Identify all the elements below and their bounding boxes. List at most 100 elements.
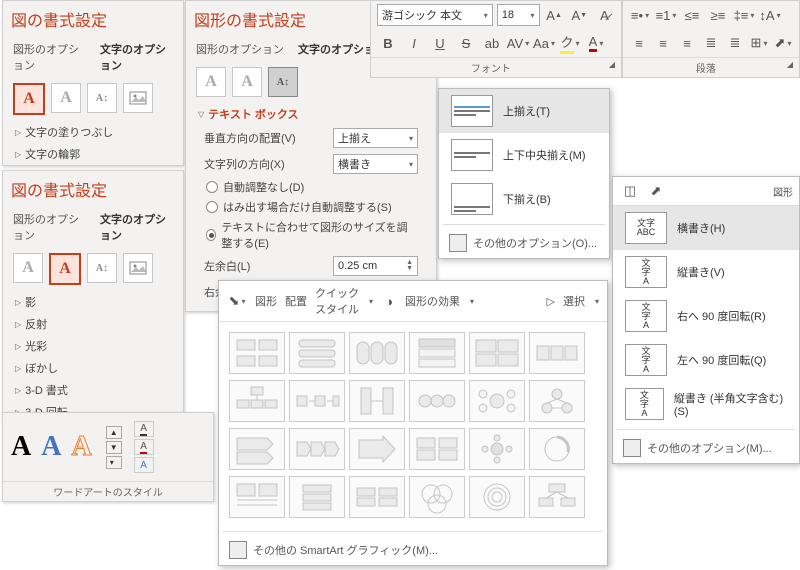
- collapse-text-outline[interactable]: ▷文字の輪郭: [3, 143, 183, 165]
- smartart-thumb[interactable]: [409, 428, 465, 470]
- smartart-thumb[interactable]: [349, 332, 405, 374]
- smartart-thumb[interactable]: [469, 428, 525, 470]
- font-family-combo[interactable]: 游ゴシック 本文▾: [377, 4, 493, 26]
- tab-shape-options[interactable]: 図形のオプション: [196, 37, 284, 61]
- collapse-text-fill[interactable]: ▷文字の塗りつぶし: [3, 121, 183, 143]
- insert-shape-icon[interactable]: ⬊▾: [227, 290, 247, 312]
- convert-smartart-icon[interactable]: ⬈▾: [773, 32, 793, 54]
- menu-item-bottom[interactable]: 下揃え(B): [439, 177, 609, 221]
- lmargin-input[interactable]: 0.25 cm▲▼: [333, 256, 418, 276]
- menu-item-top[interactable]: 上揃え(T): [439, 89, 609, 133]
- underline-icon[interactable]: U: [429, 32, 451, 54]
- align-left-icon[interactable]: ≡: [629, 32, 649, 54]
- menu-item-middle[interactable]: 上下中央揃え(M): [439, 133, 609, 177]
- misc-icon[interactable]: ◫: [619, 180, 641, 202]
- smartart-thumb[interactable]: [289, 476, 345, 518]
- misc-icon[interactable]: ⬈: [645, 180, 667, 202]
- menu-item-horizontal[interactable]: 文字 ABC 横書き(H): [613, 206, 799, 250]
- radio-resize-shape[interactable]: テキストに合わせて図形のサイズを調整する(E): [186, 217, 436, 253]
- smartart-thumb[interactable]: [229, 380, 285, 422]
- smartart-thumb[interactable]: [529, 380, 585, 422]
- tab-shape-options[interactable]: 図形のオプション: [13, 207, 86, 247]
- section-textbox[interactable]: ▽テキスト ボックス: [186, 103, 436, 125]
- dir-combo[interactable]: 横書き▾: [333, 154, 418, 174]
- clear-formatting-icon[interactable]: A̷: [594, 4, 615, 26]
- justify-icon[interactable]: ≣: [701, 32, 721, 54]
- more-smartart[interactable]: その他の SmartArt グラフィック(M)...: [219, 535, 607, 565]
- more-icon[interactable]: ▾: [106, 456, 122, 469]
- smartart-thumb[interactable]: [349, 476, 405, 518]
- text-fill-outline-icon[interactable]: A: [13, 253, 43, 283]
- textbox-icon[interactable]: A↕: [268, 67, 298, 97]
- decrease-indent-icon[interactable]: ≤≡: [681, 4, 703, 26]
- italic-icon[interactable]: I: [403, 32, 425, 54]
- text-direction-icon[interactable]: ↕A▾: [759, 4, 781, 26]
- text-fill-icon[interactable]: A: [134, 421, 154, 437]
- picture-icon[interactable]: [123, 83, 153, 113]
- collapse-glow[interactable]: ▷光彩: [3, 335, 183, 357]
- textbox-icon[interactable]: A↕: [87, 253, 117, 283]
- text-outline-icon[interactable]: A: [134, 439, 154, 455]
- numbering-icon[interactable]: ≡1▾: [655, 4, 677, 26]
- smartart-thumb[interactable]: [469, 332, 525, 374]
- highlight-icon[interactable]: ク▾: [559, 32, 581, 54]
- tab-text-options[interactable]: 文字のオプション: [100, 207, 173, 247]
- menu-more-options[interactable]: その他のオプション(O)...: [439, 228, 609, 258]
- menu-item-rotate-right[interactable]: 文 字 A 右へ 90 度回転(R): [613, 294, 799, 338]
- smartart-thumb[interactable]: [229, 332, 285, 374]
- scroll-up-icon[interactable]: ▲: [106, 426, 122, 439]
- tab-shape-options[interactable]: 図形のオプション: [13, 37, 86, 77]
- smartart-thumb[interactable]: [289, 380, 345, 422]
- text-fill-outline-icon[interactable]: A: [196, 67, 226, 97]
- text-fill-outline-icon[interactable]: A: [13, 83, 45, 115]
- tab-shapes[interactable]: 図形: [255, 293, 277, 309]
- collapse-shadow[interactable]: ▷影: [3, 291, 183, 313]
- columns-icon[interactable]: ⊞▾: [749, 32, 769, 54]
- collapse-reflection[interactable]: ▷反射: [3, 313, 183, 335]
- dialog-launcher-icon[interactable]: ◢: [609, 60, 619, 69]
- spinner-icon[interactable]: ▲▼: [406, 260, 413, 272]
- smartart-thumb[interactable]: [289, 332, 345, 374]
- strikethrough-icon[interactable]: S: [455, 32, 477, 54]
- increase-font-icon[interactable]: A▲: [544, 4, 565, 26]
- smartart-thumb[interactable]: [349, 380, 405, 422]
- smartart-thumb[interactable]: [229, 476, 285, 518]
- text-effects-icon[interactable]: A: [134, 457, 154, 473]
- dialog-launcher-icon[interactable]: ◢: [787, 60, 797, 69]
- bold-icon[interactable]: B: [377, 32, 399, 54]
- line-spacing-icon[interactable]: ‡≡▾: [733, 4, 755, 26]
- menu-item-vertical-half[interactable]: 文 字 A 縦書き (半角文字含む)(S): [613, 382, 799, 426]
- increase-indent-icon[interactable]: ≥≡: [707, 4, 729, 26]
- change-case-icon[interactable]: Aa▾: [533, 32, 555, 54]
- text-effects-icon[interactable]: A: [51, 83, 81, 113]
- tab-select[interactable]: 選択: [563, 293, 585, 309]
- smartart-thumb[interactable]: [229, 428, 285, 470]
- distribute-icon[interactable]: ≣: [725, 32, 745, 54]
- smartart-thumb[interactable]: [529, 332, 585, 374]
- wordart-style-2[interactable]: A: [41, 431, 61, 463]
- text-effects-icon[interactable]: A: [49, 253, 81, 285]
- smartart-thumb[interactable]: [349, 428, 405, 470]
- smartart-thumb[interactable]: [289, 428, 345, 470]
- text-effects-icon[interactable]: A: [232, 67, 262, 97]
- tab-shape-effects[interactable]: 図形の効果: [405, 293, 460, 309]
- text-shadow-icon[interactable]: ab: [481, 32, 503, 54]
- align-right-icon[interactable]: ≡: [677, 32, 697, 54]
- tab-text-options[interactable]: 文字のオプション: [100, 37, 173, 77]
- wordart-style-3[interactable]: A: [71, 431, 91, 463]
- collapse-blur[interactable]: ▷ぼかし: [3, 357, 183, 379]
- radio-shrink-overflow[interactable]: はみ出す場合だけ自動調整する(S): [186, 197, 436, 217]
- decrease-font-icon[interactable]: A▼: [569, 4, 590, 26]
- valign-combo[interactable]: 上揃え▾: [333, 128, 418, 148]
- tab-quick-styles[interactable]: クイック スタイル: [315, 285, 359, 317]
- character-spacing-icon[interactable]: AV▾: [507, 32, 529, 54]
- tab-arrange[interactable]: 配置: [285, 293, 307, 309]
- menu-item-rotate-left[interactable]: 文 字 A 左へ 90 度回転(Q): [613, 338, 799, 382]
- align-center-icon[interactable]: ≡: [653, 32, 673, 54]
- bullets-icon[interactable]: ≡•▾: [629, 4, 651, 26]
- smartart-thumb[interactable]: [469, 380, 525, 422]
- font-color-icon[interactable]: A▾: [585, 32, 607, 54]
- smartart-thumb[interactable]: [529, 428, 585, 470]
- font-size-combo[interactable]: 18▾: [497, 4, 540, 26]
- picture-icon[interactable]: [123, 253, 153, 283]
